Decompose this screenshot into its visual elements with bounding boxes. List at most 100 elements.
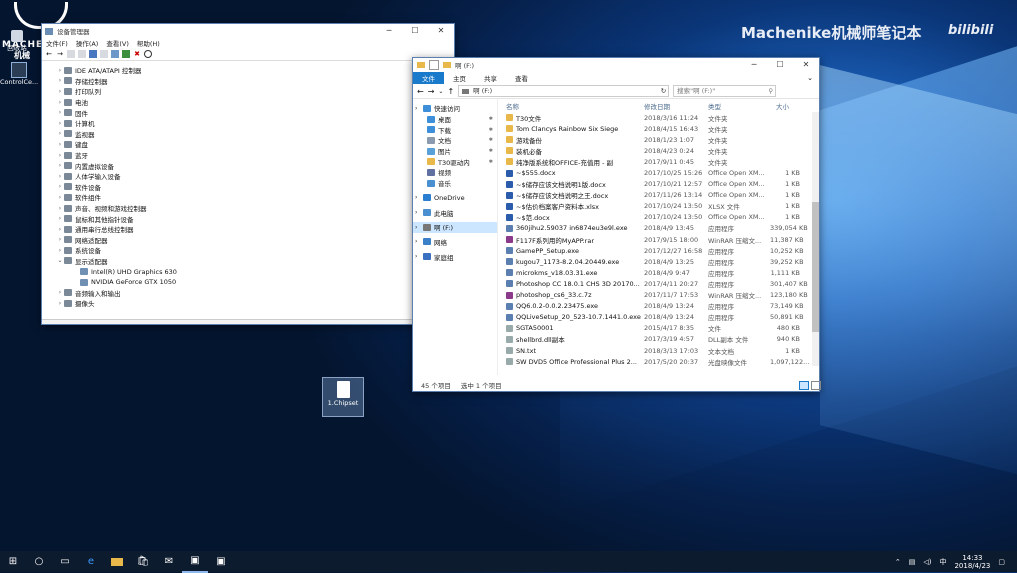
file-row[interactable]: QQLiveSetup_20_523-10.7.1441.0.exe 2018/4…: [506, 312, 819, 323]
nav-item[interactable]: › 家庭组: [413, 251, 497, 262]
chevron-right-icon[interactable]: ›: [56, 247, 64, 254]
desktop-icon-chipset[interactable]: 1.Chipset: [322, 377, 364, 417]
app-taskbar-icon[interactable]: ▣: [208, 551, 234, 572]
nav-item[interactable]: 音乐: [413, 178, 497, 189]
clock[interactable]: 14:33 2018/4/23: [954, 554, 990, 570]
file-row[interactable]: 360jihu2.59037 in6874eu3e9l.exe 2018/4/9 …: [506, 223, 819, 234]
file-row[interactable]: Photoshop CC 18.0.1 CHS 3D 20170... 2017/…: [506, 278, 819, 289]
device-tree-item[interactable]: › 鼠标和其他指针设备: [56, 213, 454, 224]
device-tree-item[interactable]: › IDE ATA/ATAPI 控制器: [56, 65, 454, 76]
back-icon[interactable]: ←: [417, 87, 424, 96]
chevron-right-icon[interactable]: ›: [56, 130, 64, 137]
tab-file[interactable]: 文件: [413, 72, 444, 84]
nav-item[interactable]: 视频: [413, 167, 497, 178]
volume-icon[interactable]: ◁): [923, 558, 931, 566]
device-tree-item[interactable]: › 计算机: [56, 118, 454, 129]
device-tree-item[interactable]: › 音频输入和输出: [56, 287, 454, 298]
device-tree-item[interactable]: › 监视器: [56, 129, 454, 140]
chevron-right-icon[interactable]: ›: [56, 77, 64, 84]
chevron-right-icon[interactable]: ›: [415, 238, 423, 245]
file-row[interactable]: T30文件 2018/3/16 11:24 文件夹: [506, 112, 819, 123]
file-row[interactable]: F117F系列用的MyAPP.rar 2017/9/15 18:00 WinRAR …: [506, 234, 819, 245]
list-icon[interactable]: [78, 50, 86, 58]
chevron-right-icon[interactable]: ›: [56, 215, 64, 222]
search-button[interactable]: ○: [26, 551, 52, 572]
task-view-button[interactable]: ▭: [52, 551, 78, 572]
download-driver-icon[interactable]: [144, 50, 152, 58]
file-row[interactable]: ~$储存应该文档说明1版.docx 2017/10/21 12:57 Office …: [506, 179, 819, 190]
chevron-right-icon[interactable]: ›: [56, 141, 64, 148]
new-folder-icon[interactable]: [443, 62, 451, 68]
nav-item[interactable]: 下载 ✱: [413, 124, 497, 135]
chevron-right-icon[interactable]: ›: [56, 99, 64, 106]
chevron-right-icon[interactable]: ›: [56, 109, 64, 116]
scrollbar-thumb[interactable]: [812, 202, 819, 332]
chevron-right-icon[interactable]: ›: [56, 152, 64, 159]
ime-icon[interactable]: 中: [939, 557, 946, 567]
column-size[interactable]: 大小: [770, 101, 806, 111]
nav-item[interactable]: 桌面 ✱: [413, 114, 497, 125]
large-icons-view-icon[interactable]: [811, 380, 821, 390]
edge-icon[interactable]: e: [78, 551, 104, 572]
pin-icon[interactable]: ✱: [489, 137, 497, 143]
device-tree-item[interactable]: ⌄ 显示适配器: [56, 256, 454, 267]
column-date[interactable]: 修改日期: [644, 101, 708, 111]
close-button[interactable]: ✕: [793, 58, 819, 72]
vertical-scrollbar[interactable]: [812, 112, 819, 366]
chevron-right-icon[interactable]: ›: [56, 289, 64, 296]
file-explorer-taskbar-icon[interactable]: [104, 551, 130, 572]
device-tree-item[interactable]: › 网络适配器: [56, 235, 454, 246]
nav-item[interactable]: › 啊 (F:): [413, 221, 497, 233]
device-tree-item[interactable]: › 声音、视频和游戏控制器: [56, 203, 454, 214]
ribbon-expand-icon[interactable]: ⌄: [807, 72, 819, 84]
file-row[interactable]: GamePP_Setup.exe 2017/12/27 16:58 应用程序 10,2…: [506, 245, 819, 256]
maximize-button[interactable]: ☐: [402, 24, 428, 38]
desktop-icon-control-center[interactable]: ControlCe...: [0, 62, 38, 86]
chevron-down-icon[interactable]: ⌄: [56, 257, 64, 264]
file-explorer-window[interactable]: 啊 (F:) ─ ☐ ✕ 文件 主页 共享 查看 ⌄ ← → ⌄ ↑ 啊 (F:…: [412, 57, 821, 392]
nav-item[interactable]: 文档 ✱: [413, 135, 497, 146]
file-row[interactable]: photoshop_cs6_33.c.7z 2017/11/7 17:53 WinR…: [506, 290, 819, 301]
device-tree-item[interactable]: › 软件组件: [56, 192, 454, 203]
file-row[interactable]: Tom Clancys Rainbow Six Siege 2018/4/15 1…: [506, 123, 819, 134]
recent-chevron-icon[interactable]: ⌄: [438, 88, 443, 95]
store-icon[interactable]: 🛍: [130, 551, 156, 572]
device-manager-titlebar[interactable]: 设备管理器 ─ ☐ ✕: [42, 24, 454, 38]
file-row[interactable]: QQ6.0.2-0.0.2.23475.exe 2018/4/9 13:24 应用程…: [506, 301, 819, 312]
device-tree-item[interactable]: NVIDIA GeForce GTX 1050: [56, 277, 454, 288]
chevron-right-icon[interactable]: ›: [415, 224, 423, 231]
network-icon[interactable]: ▤: [909, 558, 916, 566]
properties-icon[interactable]: [67, 50, 75, 58]
forward-icon[interactable]: →: [56, 50, 64, 58]
file-row[interactable]: kugou7_1173-8.2.04.20449.exe 2018/4/9 13:…: [506, 256, 819, 267]
device-manager-window[interactable]: 设备管理器 ─ ☐ ✕ 文件(F) 操作(A) 查看(V) 帮助(H) ← → …: [41, 23, 455, 325]
disable-device-icon[interactable]: ✖: [133, 50, 141, 58]
device-tree-item[interactable]: › 打印队列: [56, 86, 454, 97]
device-tree-item[interactable]: › 摄像头: [56, 298, 454, 309]
device-tree-item[interactable]: › 固件: [56, 107, 454, 118]
device-tree-item[interactable]: › 内置虚拟设备: [56, 160, 454, 171]
file-row[interactable]: ~$估价档案客户资料本.xlsx 2017/10/24 13:50 XLSX 文件 1…: [506, 201, 819, 212]
close-button[interactable]: ✕: [428, 24, 454, 38]
chevron-right-icon[interactable]: ›: [56, 226, 64, 233]
file-row[interactable]: ~$储存应该文档说明之王.docx 2017/11/26 13:14 Office …: [506, 190, 819, 201]
chevron-right-icon[interactable]: ›: [56, 162, 64, 169]
minimize-button[interactable]: ─: [741, 58, 767, 72]
device-tree-item[interactable]: › 电池: [56, 97, 454, 108]
pin-icon[interactable]: ✱: [489, 127, 497, 133]
menu-help[interactable]: 帮助(H): [137, 38, 160, 48]
file-row[interactable]: 装机必备 2018/4/23 0:24 文件夹: [506, 145, 819, 156]
forward-icon[interactable]: →: [428, 87, 435, 96]
chevron-right-icon[interactable]: ›: [56, 173, 64, 180]
up-icon[interactable]: ↑: [447, 87, 454, 96]
file-row[interactable]: SGTA50001 2015/4/17 8:35 文件 480 KB: [506, 323, 819, 334]
pin-icon[interactable]: ✱: [489, 148, 497, 154]
nav-item[interactable]: › 网络: [413, 237, 497, 248]
pin-icon[interactable]: ✱: [489, 116, 497, 122]
chevron-right-icon[interactable]: ›: [56, 67, 64, 74]
desktop-icon-recycle-bin[interactable]: 回收站: [2, 30, 32, 52]
search-input[interactable]: 搜索"啊 (F:)" ⚲: [673, 85, 777, 97]
nav-item[interactable]: › 此电脑: [413, 207, 497, 218]
nav-item[interactable]: › OneDrive: [413, 193, 497, 204]
nav-item[interactable]: T30驱动内 ✱: [413, 156, 497, 167]
